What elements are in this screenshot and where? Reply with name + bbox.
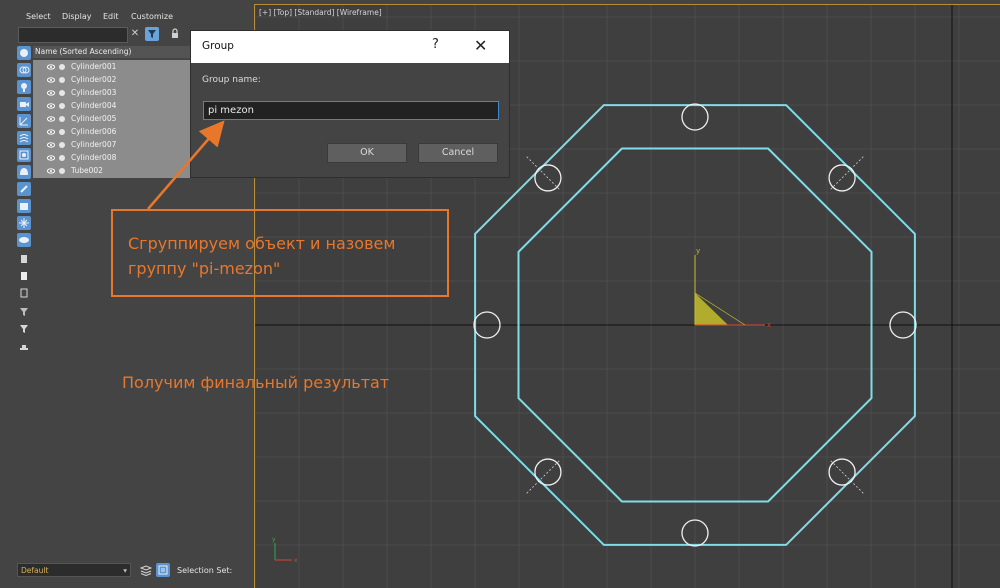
gizmo-x-label: x (767, 321, 771, 329)
layers-icon[interactable] (139, 564, 153, 579)
display-bones-icon[interactable] (17, 182, 31, 196)
filter-toggle-icon[interactable] (17, 322, 31, 336)
selection-set-icon[interactable] (156, 563, 170, 577)
display-none-icon[interactable] (17, 269, 31, 283)
freeze-toggle-icon[interactable] (59, 129, 65, 135)
explorer-menubar: Select Display Edit Customize (0, 0, 252, 24)
display-cameras-icon[interactable] (17, 97, 31, 111)
freeze-toggle-icon[interactable] (59, 90, 65, 96)
visibility-eye-icon[interactable] (47, 77, 55, 83)
list-item[interactable]: Cylinder002 (33, 74, 193, 87)
display-spacewarps-icon[interactable] (17, 131, 31, 145)
object-name: Tube002 (71, 166, 103, 175)
display-lights-icon[interactable] (17, 80, 31, 94)
close-icon[interactable]: ✕ (474, 36, 487, 55)
list-item[interactable]: Cylinder007 (33, 139, 193, 152)
explorer-search-input[interactable] (18, 27, 128, 43)
pivot-plane (695, 293, 728, 325)
diagonal-connector (526, 156, 561, 191)
group-name-label: Group name: (202, 75, 261, 85)
visibility-eye-icon[interactable] (47, 155, 55, 161)
lock-icon[interactable] (168, 27, 182, 41)
display-hidden-icon[interactable] (17, 233, 31, 247)
object-name: Cylinder007 (71, 140, 117, 149)
list-item[interactable]: Cylinder004 (33, 100, 193, 113)
display-all-icon[interactable] (17, 252, 31, 266)
freeze-toggle-icon[interactable] (59, 155, 65, 161)
freeze-toggle-icon[interactable] (59, 116, 65, 122)
visibility-eye-icon[interactable] (47, 142, 55, 148)
display-xrefs-icon[interactable] (17, 165, 31, 179)
diagonal-connector (829, 156, 864, 191)
freeze-toggle-icon[interactable] (59, 77, 65, 83)
visibility-eye-icon[interactable] (47, 129, 55, 135)
object-name: Cylinder005 (71, 114, 117, 123)
ok-button[interactable]: OK (327, 143, 407, 163)
visibility-eye-icon[interactable] (47, 168, 55, 174)
world-tripod-x-label: x (294, 557, 298, 564)
menu-edit[interactable]: Edit (103, 12, 119, 21)
list-item[interactable]: Cylinder001 (33, 61, 193, 74)
diagonal-connector (829, 459, 864, 494)
dialog-titlebar[interactable]: Group ? ✕ (191, 31, 509, 63)
display-helpers-icon[interactable] (17, 114, 31, 128)
visibility-eye-icon[interactable] (47, 90, 55, 96)
list-item[interactable]: Tube002 (33, 165, 193, 178)
selection-set-label: Selection Set: (177, 566, 233, 575)
filter-selected-icon[interactable] (17, 305, 31, 319)
chevron-down-icon: ▾ (123, 566, 127, 575)
visibility-eye-icon[interactable] (47, 103, 55, 109)
cancel-button[interactable]: Cancel (418, 143, 498, 163)
scene-object-list: Cylinder001 Cylinder002 Cylinder003 Cylinde… (33, 60, 193, 178)
gizmo-y-label: y (696, 247, 700, 255)
display-frozen-icon[interactable] (17, 216, 31, 230)
object-name: Cylinder003 (71, 88, 117, 97)
display-geometry-icon[interactable] (17, 46, 31, 60)
group-name-input[interactable] (203, 101, 499, 120)
result-caption: Получим финальный результат (122, 373, 390, 392)
clear-search-icon[interactable]: ✕ (128, 27, 142, 41)
find-icon[interactable] (17, 339, 31, 353)
freeze-toggle-icon[interactable] (59, 103, 65, 109)
list-item[interactable]: Cylinder005 (33, 113, 193, 126)
freeze-toggle-icon[interactable] (59, 168, 65, 174)
viewport-label[interactable]: [+] [Top] [Standard] [Wireframe] (259, 8, 382, 17)
object-name: Cylinder004 (71, 101, 117, 110)
callout-text: Сгруппируем объект и назовем группу "pi-… (128, 234, 396, 278)
visibility-eye-icon[interactable] (47, 116, 55, 122)
world-tripod-y-label: y (272, 536, 276, 543)
object-name: Cylinder008 (71, 153, 117, 162)
list-item[interactable]: Cylinder008 (33, 152, 193, 165)
layer-dropdown[interactable]: Default ▾ (17, 563, 131, 577)
object-name: Cylinder006 (71, 127, 117, 136)
layer-dropdown-value: Default (21, 566, 49, 575)
freeze-toggle-icon[interactable] (59, 64, 65, 70)
menu-customize[interactable]: Customize (131, 12, 173, 21)
cylinder-hole (828, 458, 856, 486)
dialog-title: Group (202, 40, 234, 52)
list-item[interactable]: Cylinder003 (33, 87, 193, 100)
display-shapes-icon[interactable] (17, 63, 31, 77)
display-invert-icon[interactable] (17, 286, 31, 300)
visibility-eye-icon[interactable] (47, 64, 55, 70)
callout-box: Сгруппируем объект и назовем группу "pi-… (111, 209, 449, 297)
menu-display[interactable]: Display (62, 12, 92, 21)
diagonal-connector (526, 459, 561, 494)
display-groups-icon[interactable] (17, 148, 31, 162)
object-name: Cylinder002 (71, 75, 117, 84)
group-dialog: Group ? ✕ Group name: OK Cancel (190, 30, 510, 178)
list-item[interactable]: Cylinder006 (33, 126, 193, 139)
cylinder-hole (828, 164, 856, 192)
filter-icon[interactable] (145, 27, 159, 41)
display-containers-icon[interactable] (17, 199, 31, 213)
column-header-name[interactable]: Name (Sorted Ascending) (33, 46, 195, 58)
help-icon[interactable]: ? (432, 37, 439, 52)
freeze-toggle-icon[interactable] (59, 142, 65, 148)
object-name: Cylinder001 (71, 62, 117, 71)
menu-select[interactable]: Select (26, 12, 51, 21)
